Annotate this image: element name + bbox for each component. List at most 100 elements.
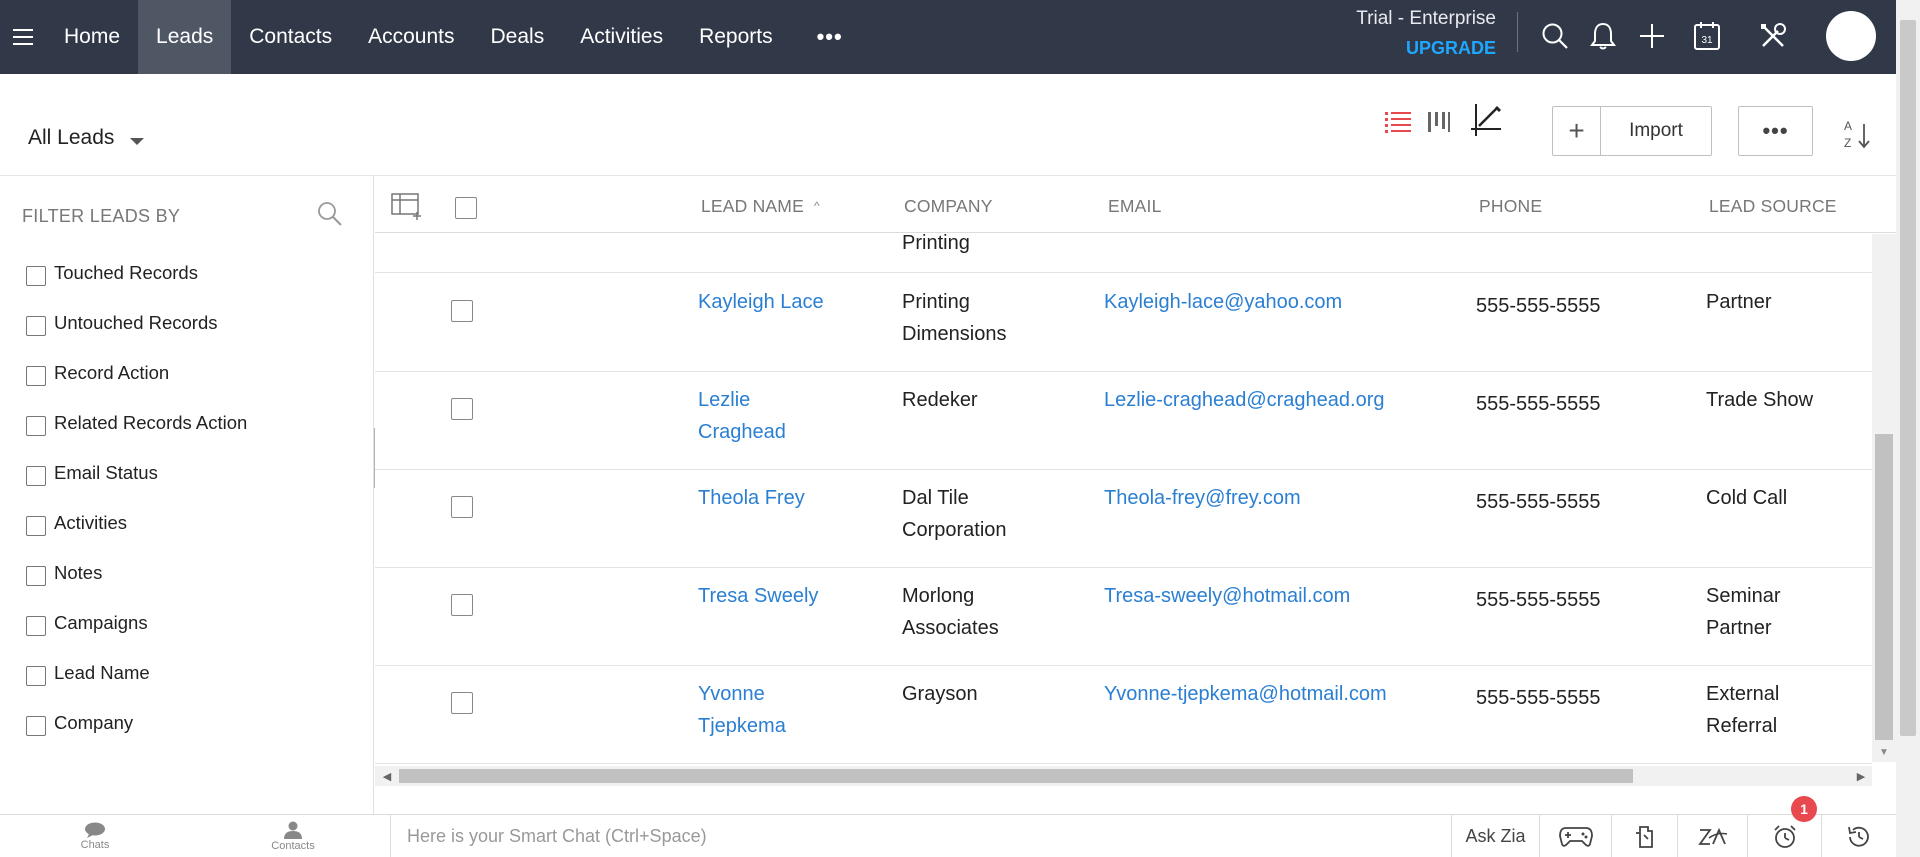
alarm-clock-icon[interactable] bbox=[1747, 815, 1821, 857]
chats-button[interactable]: Chats bbox=[60, 815, 130, 857]
filter-untouched-records[interactable]: Untouched Records bbox=[26, 312, 247, 362]
filter-checkbox[interactable] bbox=[26, 666, 46, 686]
nav-reports[interactable]: Reports bbox=[681, 0, 791, 74]
avatar[interactable] bbox=[1826, 11, 1876, 61]
filter-checkbox[interactable] bbox=[26, 366, 46, 386]
filter-related-records-action[interactable]: Related Records Action bbox=[26, 412, 247, 462]
row-checkbox[interactable] bbox=[451, 496, 473, 518]
cell-email[interactable]: Tresa-sweely@hotmail.com bbox=[1104, 580, 1350, 612]
canvas-view-icon[interactable] bbox=[1468, 102, 1504, 138]
cell-lead-name[interactable]: Tresa Sweely bbox=[698, 580, 848, 612]
filter-checkbox[interactable] bbox=[26, 516, 46, 536]
page-scroll-thumb[interactable] bbox=[1900, 20, 1916, 736]
cell-lead-name[interactable]: Theola Frey bbox=[698, 482, 848, 514]
cell-phone[interactable]: 555-555-5555 bbox=[1476, 290, 1601, 322]
filter-checkbox[interactable] bbox=[26, 266, 46, 286]
cell-email[interactable]: Theola-frey@frey.com bbox=[1104, 482, 1301, 514]
bell-icon[interactable] bbox=[1583, 16, 1623, 56]
column-header-company[interactable]: COMPANY bbox=[904, 196, 993, 217]
filter-email-status[interactable]: Email Status bbox=[26, 462, 247, 512]
gamepad-icon[interactable] bbox=[1539, 815, 1611, 857]
filter-touched-records[interactable]: Touched Records bbox=[26, 262, 247, 312]
create-lead-button[interactable]: + bbox=[1553, 107, 1601, 155]
table-vertical-scroll-thumb[interactable] bbox=[1875, 434, 1893, 740]
table-horizontal-scroll-thumb[interactable] bbox=[399, 769, 1633, 783]
filter-checkbox[interactable] bbox=[26, 616, 46, 636]
table-row[interactable]: Kayleigh Lace Printing Dimensions Kaylei… bbox=[375, 274, 1872, 372]
nav-deals[interactable]: Deals bbox=[473, 0, 563, 74]
view-selector[interactable]: All Leads bbox=[28, 110, 145, 166]
filter-record-action[interactable]: Record Action bbox=[26, 362, 247, 412]
more-actions-button[interactable]: ••• bbox=[1738, 106, 1813, 156]
scroll-down-arrow-icon[interactable]: ▼ bbox=[1872, 744, 1896, 760]
smart-chat-input[interactable]: Here is your Smart Chat (Ctrl+Space) bbox=[390, 815, 1450, 857]
hamburger-menu-icon[interactable] bbox=[0, 0, 46, 74]
filter-label: Touched Records bbox=[54, 262, 198, 283]
contacts-button[interactable]: Contacts bbox=[258, 815, 328, 857]
plus-icon[interactable] bbox=[1632, 16, 1672, 56]
scroll-right-arrow-icon[interactable]: ▶ bbox=[1853, 768, 1869, 784]
nav-more-button[interactable]: ••• bbox=[791, 0, 869, 74]
sort-az-icon[interactable]: AZ bbox=[1842, 116, 1878, 152]
cell-phone[interactable]: 555-555-5555 bbox=[1476, 486, 1601, 518]
cell-email[interactable]: Lezlie-craghead@craghead.org bbox=[1104, 384, 1384, 416]
table-row[interactable]: Tresa Sweely Morlong Associates Tresa-sw… bbox=[375, 568, 1872, 666]
filter-checkbox[interactable] bbox=[26, 416, 46, 436]
table-row[interactable]: Yvonne Tjepkema Grayson Yvonne-tjepkema@… bbox=[375, 666, 1872, 764]
cell-email[interactable]: Yvonne-tjepkema@hotmail.com bbox=[1104, 678, 1387, 710]
filter-sidebar: FILTER LEADS BY Touched Records Untouche… bbox=[0, 176, 374, 814]
table-row[interactable]: Printing bbox=[375, 232, 1872, 273]
nav-activities[interactable]: Activities bbox=[562, 0, 681, 74]
select-all-checkbox[interactable] bbox=[455, 197, 477, 219]
filter-label: Record Action bbox=[54, 362, 170, 383]
row-checkbox[interactable] bbox=[451, 398, 473, 420]
page-scrollbar[interactable] bbox=[1896, 0, 1920, 857]
row-checkbox[interactable] bbox=[451, 692, 473, 714]
nav-leads[interactable]: Leads bbox=[138, 0, 232, 74]
filter-lead-name[interactable]: Lead Name bbox=[26, 662, 247, 712]
row-checkbox[interactable] bbox=[451, 300, 473, 322]
zia-icon[interactable] bbox=[1677, 815, 1747, 857]
scroll-left-arrow-icon[interactable]: ◀ bbox=[379, 768, 395, 784]
nav-home[interactable]: Home bbox=[46, 0, 138, 74]
search-icon[interactable] bbox=[316, 200, 348, 232]
cell-lead-name[interactable]: Yvonne Tjepkema bbox=[698, 678, 818, 742]
import-button[interactable]: Import bbox=[1601, 107, 1711, 155]
filter-campaigns[interactable]: Campaigns bbox=[26, 612, 247, 662]
nav-accounts[interactable]: Accounts bbox=[350, 0, 472, 74]
recent-history-icon[interactable] bbox=[1821, 815, 1896, 857]
table-vertical-scrollbar[interactable]: ▼ bbox=[1872, 234, 1896, 762]
calendar-icon[interactable]: 31 bbox=[1687, 16, 1727, 56]
column-header-phone[interactable]: PHONE bbox=[1479, 196, 1542, 217]
filter-activities[interactable]: Activities bbox=[26, 512, 247, 562]
table-horizontal-scrollbar[interactable]: ◀ ▶ bbox=[375, 766, 1872, 786]
cell-phone[interactable]: 555-555-5555 bbox=[1476, 682, 1601, 714]
kanban-view-icon[interactable] bbox=[1421, 104, 1457, 140]
cell-lead-name[interactable]: Lezlie Craghead bbox=[698, 384, 808, 448]
table-row[interactable]: Lezlie Craghead Redeker Lezlie-craghead@… bbox=[375, 372, 1872, 470]
nav-contacts[interactable]: Contacts bbox=[231, 0, 350, 74]
table-row[interactable]: Theola Frey Dal Tile Corporation Theola-… bbox=[375, 470, 1872, 568]
feeds-icon[interactable] bbox=[1611, 815, 1677, 857]
filter-checkbox[interactable] bbox=[26, 566, 46, 586]
row-checkbox[interactable] bbox=[451, 594, 473, 616]
filter-checkbox[interactable] bbox=[26, 716, 46, 736]
filter-company[interactable]: Company bbox=[26, 712, 247, 762]
column-header-email[interactable]: EMAIL bbox=[1108, 196, 1162, 217]
filter-checkbox[interactable] bbox=[26, 466, 46, 486]
cell-email[interactable]: Kayleigh-lace@yahoo.com bbox=[1104, 286, 1342, 318]
filter-checkbox[interactable] bbox=[26, 316, 46, 336]
cell-lead-source: External Referral bbox=[1706, 683, 1780, 737]
cell-lead-name[interactable]: Kayleigh Lace bbox=[698, 286, 848, 318]
list-view-icon[interactable] bbox=[1380, 104, 1416, 140]
column-header-lead-source[interactable]: LEAD SOURCE bbox=[1709, 196, 1837, 217]
ask-zia-button[interactable]: Ask Zia bbox=[1451, 815, 1539, 857]
cell-phone[interactable]: 555-555-5555 bbox=[1476, 388, 1601, 420]
column-settings-icon[interactable] bbox=[391, 192, 423, 220]
tools-icon[interactable] bbox=[1753, 16, 1793, 56]
search-icon[interactable] bbox=[1535, 16, 1575, 56]
column-header-lead-name[interactable]: LEAD NAME ^ bbox=[701, 196, 820, 217]
filter-notes[interactable]: Notes bbox=[26, 562, 247, 612]
upgrade-link[interactable]: UPGRADE bbox=[1290, 38, 1496, 59]
cell-phone[interactable]: 555-555-5555 bbox=[1476, 584, 1601, 616]
